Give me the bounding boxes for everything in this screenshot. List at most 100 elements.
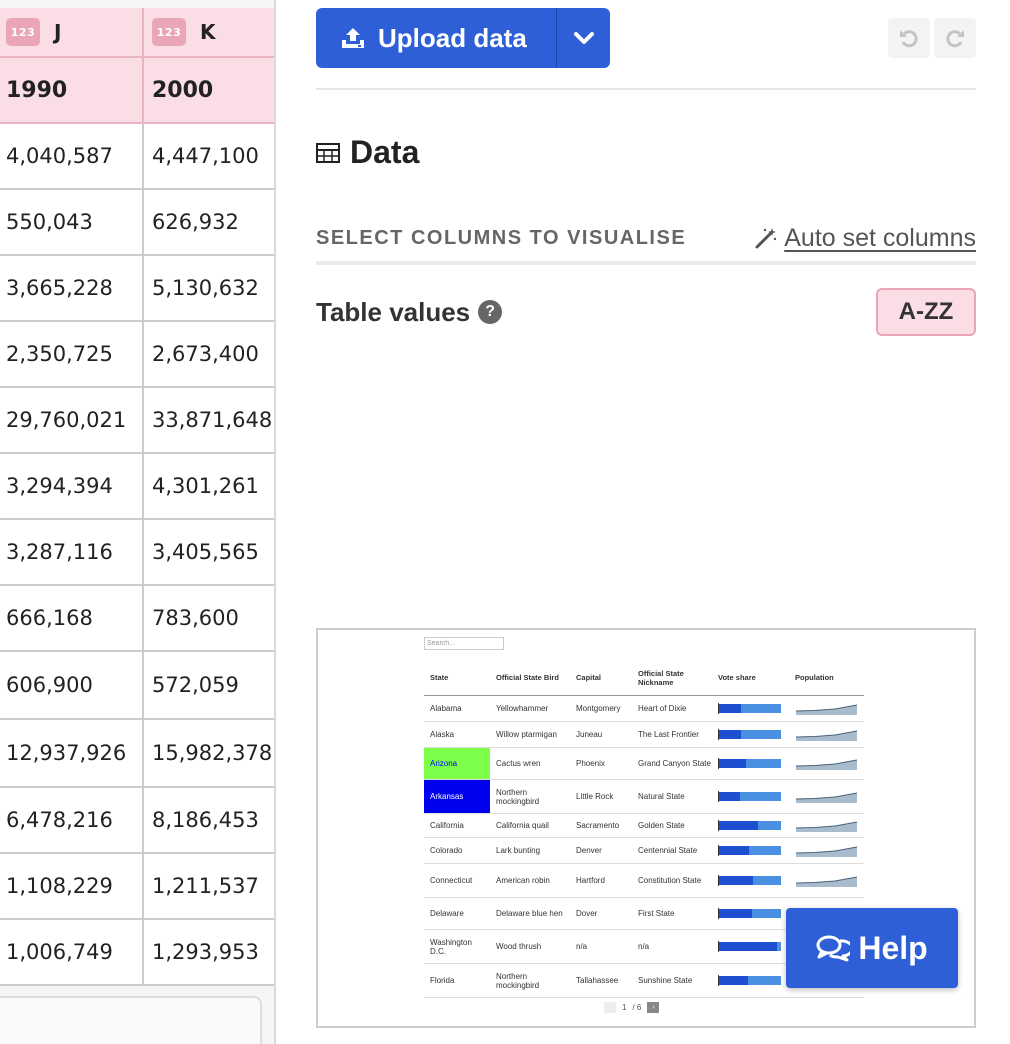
preview-table-row: Connecticut American robin Hartford Constit… bbox=[424, 864, 864, 898]
table-cell[interactable]: 3,665,228 bbox=[0, 256, 144, 322]
preview-cell-vote-share bbox=[712, 875, 789, 886]
column-letter: J bbox=[54, 20, 62, 44]
sheet-footer-box bbox=[0, 996, 262, 1044]
table-cell[interactable]: 1,006,749 bbox=[0, 920, 144, 986]
divider bbox=[316, 88, 976, 90]
table-cell[interactable]: 3,294,394 bbox=[0, 454, 144, 520]
table-cell[interactable]: 4,040,587 bbox=[0, 124, 144, 190]
upload-icon bbox=[342, 28, 364, 48]
table-values-range-button[interactable]: A-ZZ bbox=[876, 288, 976, 336]
table-cell[interactable]: 1,108,229 bbox=[0, 854, 144, 920]
column-header-j[interactable]: 123 J bbox=[0, 8, 144, 58]
column-header-k[interactable]: 123 K bbox=[144, 8, 274, 58]
table-row: 1,108,229 1,211,537 bbox=[0, 854, 274, 920]
vote-share-bar bbox=[718, 908, 781, 919]
preview-table-row: California California quail Sacramento Gold… bbox=[424, 814, 864, 838]
history-controls bbox=[888, 18, 976, 58]
column-name-cell[interactable]: 2000 bbox=[144, 58, 274, 124]
table-row: 666,168 783,600 bbox=[0, 586, 274, 652]
chat-bubbles-icon bbox=[816, 935, 851, 962]
table-cell[interactable]: 4,301,261 bbox=[144, 454, 274, 520]
preview-header-cell[interactable]: Population bbox=[789, 673, 864, 682]
table-cell[interactable]: 4,447,100 bbox=[144, 124, 274, 190]
bar-baseline bbox=[718, 908, 719, 919]
table-cell[interactable]: 1,293,953 bbox=[144, 920, 274, 986]
chevron-down-icon bbox=[573, 32, 594, 44]
preview-header-cell[interactable]: Capital bbox=[570, 673, 632, 682]
vote-share-bar bbox=[718, 845, 781, 856]
preview-cell-population bbox=[789, 790, 864, 804]
preview-cell-nickname: Centennial State bbox=[638, 846, 698, 855]
redo-button[interactable] bbox=[934, 18, 976, 58]
table-cell[interactable]: 626,932 bbox=[144, 190, 274, 256]
bar-baseline bbox=[718, 703, 719, 714]
preview-cell-bird: American robin bbox=[496, 876, 550, 885]
preview-cell-nickname: The Last Frontier bbox=[638, 730, 699, 739]
table-row: 3,287,116 3,405,565 bbox=[0, 520, 274, 586]
table-cell[interactable]: 550,043 bbox=[0, 190, 144, 256]
population-sparkline bbox=[795, 704, 858, 715]
preview-cell-nickname: n/a bbox=[638, 942, 650, 951]
preview-cell-state: Alaska bbox=[430, 730, 455, 739]
table-cell[interactable]: 2,350,725 bbox=[0, 322, 144, 388]
preview-table-row: Colorado Lark bunting Denver Centennial Sta… bbox=[424, 838, 864, 864]
table-row: 3,665,228 5,130,632 bbox=[0, 256, 274, 322]
vote-share-fill bbox=[718, 909, 753, 918]
preview-table-row: Alabama Yellowhammer Montgomery Heart of Di… bbox=[424, 696, 864, 722]
preview-cell-capital: Tallahassee bbox=[576, 976, 619, 985]
table-cell[interactable]: 1,211,537 bbox=[144, 854, 274, 920]
table-cell[interactable]: 12,937,926 bbox=[0, 720, 144, 788]
preview-header-cell[interactable]: Vote share bbox=[712, 673, 789, 682]
next-page-button[interactable]: › bbox=[647, 1002, 660, 1013]
data-section-heading: Data bbox=[316, 134, 419, 171]
preview-search-input[interactable]: Search... bbox=[424, 637, 504, 650]
vote-share-fill bbox=[718, 704, 742, 713]
table-cell[interactable]: 5,130,632 bbox=[144, 256, 274, 322]
population-sparkline bbox=[795, 846, 858, 857]
preview-cell-population bbox=[789, 757, 864, 771]
table-cell[interactable]: 6,478,216 bbox=[0, 788, 144, 854]
preview-cell-capital: Juneau bbox=[576, 730, 603, 739]
table-row: 3,294,394 4,301,261 bbox=[0, 454, 274, 520]
preview-cell-capital: Denver bbox=[576, 846, 602, 855]
table-cell[interactable]: 2,673,400 bbox=[144, 322, 274, 388]
preview-cell-bird: Yellowhammer bbox=[496, 704, 549, 713]
table-cell[interactable]: 15,982,378 bbox=[144, 720, 274, 788]
table-cell[interactable]: 33,871,648 bbox=[144, 388, 274, 454]
table-cell[interactable]: 29,760,021 bbox=[0, 388, 144, 454]
preview-header-cell[interactable]: Official State Bird bbox=[490, 673, 570, 682]
table-cell[interactable]: 572,059 bbox=[144, 652, 274, 720]
table-cell[interactable]: 3,287,116 bbox=[0, 520, 144, 586]
preview-cell-bird: Northern mockingbird bbox=[496, 787, 540, 806]
preview-cell-state: Arizona bbox=[424, 748, 490, 779]
preview-header-cell[interactable]: Official State Nickname bbox=[632, 669, 712, 687]
preview-cell-nickname: First State bbox=[638, 909, 675, 918]
prev-page-button[interactable] bbox=[604, 1002, 616, 1013]
table-cell[interactable]: 666,168 bbox=[0, 586, 144, 652]
table-cell[interactable]: 783,600 bbox=[144, 586, 274, 652]
preview-cell-state: Connecticut bbox=[430, 876, 473, 885]
preview-table-row: Arizona Cactus wren Phoenix Grand Canyon St… bbox=[424, 748, 864, 780]
preview-cell-capital: Hartford bbox=[576, 876, 605, 885]
preview-header-cell[interactable]: State bbox=[424, 673, 490, 682]
upload-options-dropdown[interactable] bbox=[556, 8, 610, 68]
vote-share-fill bbox=[718, 846, 749, 855]
question-icon[interactable]: ? bbox=[478, 300, 503, 324]
table-cell[interactable]: 606,900 bbox=[0, 652, 144, 720]
table-cell[interactable]: 3,405,565 bbox=[144, 520, 274, 586]
auto-set-columns-link[interactable]: Auto set columns bbox=[754, 224, 976, 253]
preview-cell-vote-share bbox=[712, 729, 789, 740]
upload-data-button[interactable]: Upload data bbox=[316, 8, 556, 68]
undo-button[interactable] bbox=[888, 18, 930, 58]
preview-cell-vote-share bbox=[712, 820, 789, 831]
column-name-cell[interactable]: 1990 bbox=[0, 58, 144, 124]
help-button[interactable]: Help bbox=[786, 908, 958, 988]
table-row: 550,043 626,932 bbox=[0, 190, 274, 256]
table-row: 2,350,725 2,673,400 bbox=[0, 322, 274, 388]
column-name-row: 1990 2000 bbox=[0, 58, 274, 124]
table-cell[interactable]: 8,186,453 bbox=[144, 788, 274, 854]
table-values-label: Table values bbox=[316, 296, 471, 327]
select-columns-label: SELECT COLUMNS TO VISUALISE bbox=[316, 226, 687, 249]
preview-cell-population bbox=[789, 819, 864, 833]
preview-cell-state: Washington D.C. bbox=[430, 937, 472, 956]
